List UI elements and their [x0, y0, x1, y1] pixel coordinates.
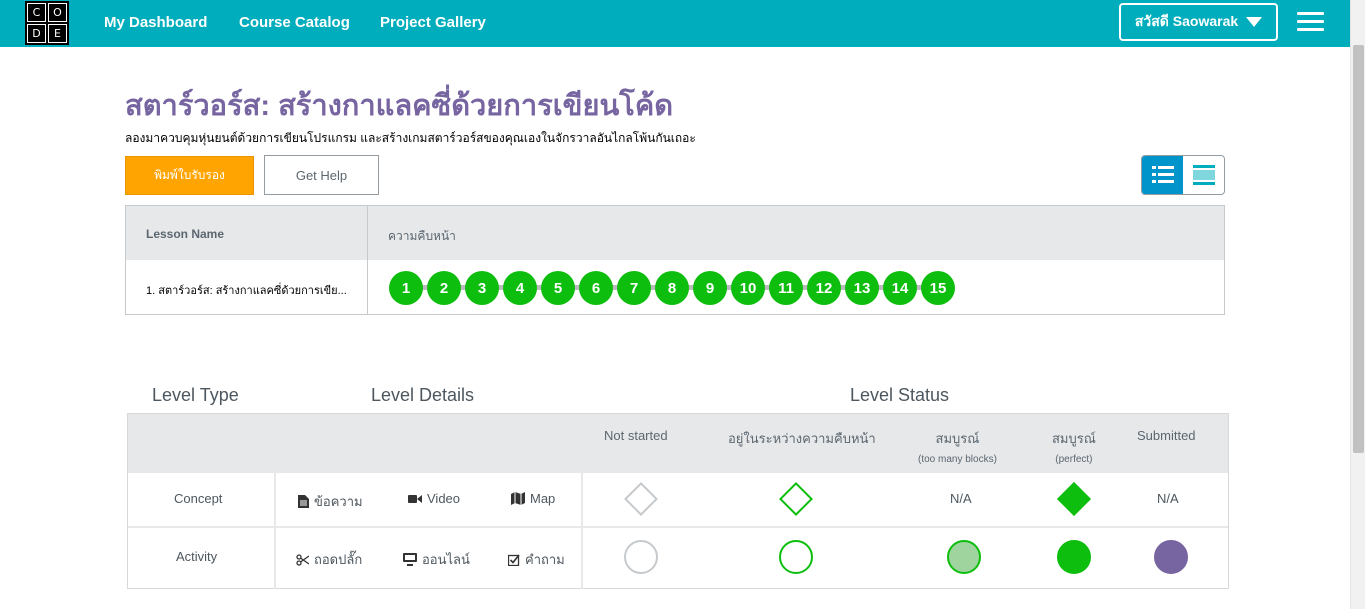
concept-label: Concept — [174, 491, 223, 506]
key-detail-map: Map — [511, 491, 555, 506]
concept-too-many-na: N/A — [950, 491, 972, 506]
level-bubble[interactable]: 10 — [731, 271, 765, 305]
logo-letter: D — [27, 24, 46, 43]
level-bubble[interactable]: 5 — [541, 271, 575, 305]
concept-submitted-na: N/A — [1157, 491, 1179, 506]
summary-view-button[interactable] — [1183, 156, 1224, 194]
progress-header: ความคืบหน้า — [388, 229, 456, 243]
list-view-button[interactable] — [1142, 156, 1183, 194]
page-scrollbar[interactable] — [1350, 0, 1365, 609]
status-perfect-header: สมบูรณ์ (perfect) — [1052, 431, 1096, 465]
table-header — [126, 206, 1224, 260]
detail-list-icon — [1151, 166, 1174, 183]
level-bubble[interactable]: 14 — [883, 271, 917, 305]
key-level-details-heading: Level Details — [371, 385, 475, 405]
level-bubble[interactable]: 13 — [845, 271, 879, 305]
user-menu-button[interactable]: สวัสดี Saowarak — [1119, 3, 1278, 41]
level-bubble[interactable]: 8 — [655, 271, 689, 305]
logo-letter: O — [48, 3, 67, 22]
perfect-diamond-icon — [1057, 482, 1091, 516]
in-progress-circle-icon — [779, 540, 813, 574]
level-bubble[interactable]: 12 — [807, 271, 841, 305]
key-detail-video: Video — [408, 491, 460, 506]
key-level-status-heading: Level Status — [850, 385, 950, 405]
scissors-icon — [296, 553, 309, 566]
perfect-circle-icon — [1057, 540, 1091, 574]
logo-letter: C — [27, 3, 46, 22]
level-status-key: Not started อยู่ในระหว่างความคืบหน้า สมบ… — [127, 413, 1229, 589]
level-bubble[interactable]: 6 — [579, 271, 613, 305]
in-progress-diamond-icon — [779, 482, 813, 516]
level-bubbles: 1 2 3 4 5 6 7 8 9 10 11 12 13 14 15 — [389, 271, 959, 305]
document-icon — [298, 495, 309, 508]
activity-label: Activity — [176, 549, 218, 564]
print-certificate-button[interactable]: พิมพ์ใบรับรอง — [125, 156, 254, 195]
level-bubble[interactable]: 9 — [693, 271, 727, 305]
lesson-name-header: Lesson Name — [146, 227, 225, 241]
code-logo[interactable]: C O D E — [25, 1, 69, 45]
checkbox-icon — [508, 554, 520, 566]
course-title: สตาร์วอร์ส: สร้างกาแลคซี่ด้วยการเขียนโค้… — [125, 90, 674, 122]
logo-letter: E — [48, 24, 67, 43]
key-detail-online: ออนไลน์ — [403, 549, 470, 570]
not-started-diamond-icon — [624, 482, 658, 516]
nav-project-gallery[interactable]: Project Gallery — [380, 14, 486, 31]
map-icon — [511, 492, 525, 505]
lesson-progress-table: Lesson Name ความคืบหน้า 1. สตาร์วอร์ส: ส… — [125, 205, 1225, 315]
status-submitted-header: Submitted — [1137, 428, 1196, 443]
key-detail-unplugged: ถอดปลั๊ก — [296, 549, 362, 570]
user-greeting: สวัสดี Saowarak — [1134, 13, 1239, 29]
level-bubble[interactable]: 7 — [617, 271, 651, 305]
too-many-blocks-circle-icon — [947, 540, 981, 574]
summary-list-icon — [1192, 165, 1215, 185]
course-description: ลองมาควบคุมหุ่นยนต์ด้วยการเขียนโปรแกรม แ… — [125, 131, 696, 145]
view-toggle — [1141, 155, 1225, 195]
video-camera-icon — [408, 494, 422, 503]
not-started-circle-icon — [624, 540, 658, 574]
level-bubble[interactable]: 15 — [921, 271, 955, 305]
nav-my-dashboard[interactable]: My Dashboard — [104, 14, 207, 31]
desktop-icon — [403, 553, 417, 566]
key-detail-text: ข้อความ — [298, 491, 363, 512]
submitted-circle-icon — [1154, 540, 1188, 574]
key-detail-assessment: คำถาม — [508, 549, 565, 570]
status-too-many-header: สมบูรณ์ (too many blocks) — [918, 431, 997, 465]
level-bubble[interactable]: 1 — [389, 271, 423, 305]
caret-down-icon — [1246, 17, 1263, 27]
status-in-progress-header: อยู่ในระหว่างความคืบหน้า — [728, 431, 876, 446]
status-not-started-header: Not started — [604, 428, 668, 443]
nav-course-catalog[interactable]: Course Catalog — [239, 14, 350, 31]
get-help-button[interactable]: Get Help — [264, 155, 379, 195]
hamburger-menu-icon[interactable] — [1297, 12, 1324, 32]
level-bubble[interactable]: 11 — [769, 271, 803, 305]
lesson-name[interactable]: 1. สตาร์วอร์ส: สร้างกาแลคซี่ด้วยการเขีย.… — [146, 281, 347, 299]
top-navigation-bar: C O D E My Dashboard Course Catalog Proj… — [0, 0, 1350, 47]
scrollbar-thumb[interactable] — [1353, 45, 1364, 453]
level-bubble[interactable]: 2 — [427, 271, 461, 305]
level-bubble[interactable]: 3 — [465, 271, 499, 305]
level-bubble[interactable]: 4 — [503, 271, 537, 305]
key-level-type-heading: Level Type — [152, 385, 239, 405]
